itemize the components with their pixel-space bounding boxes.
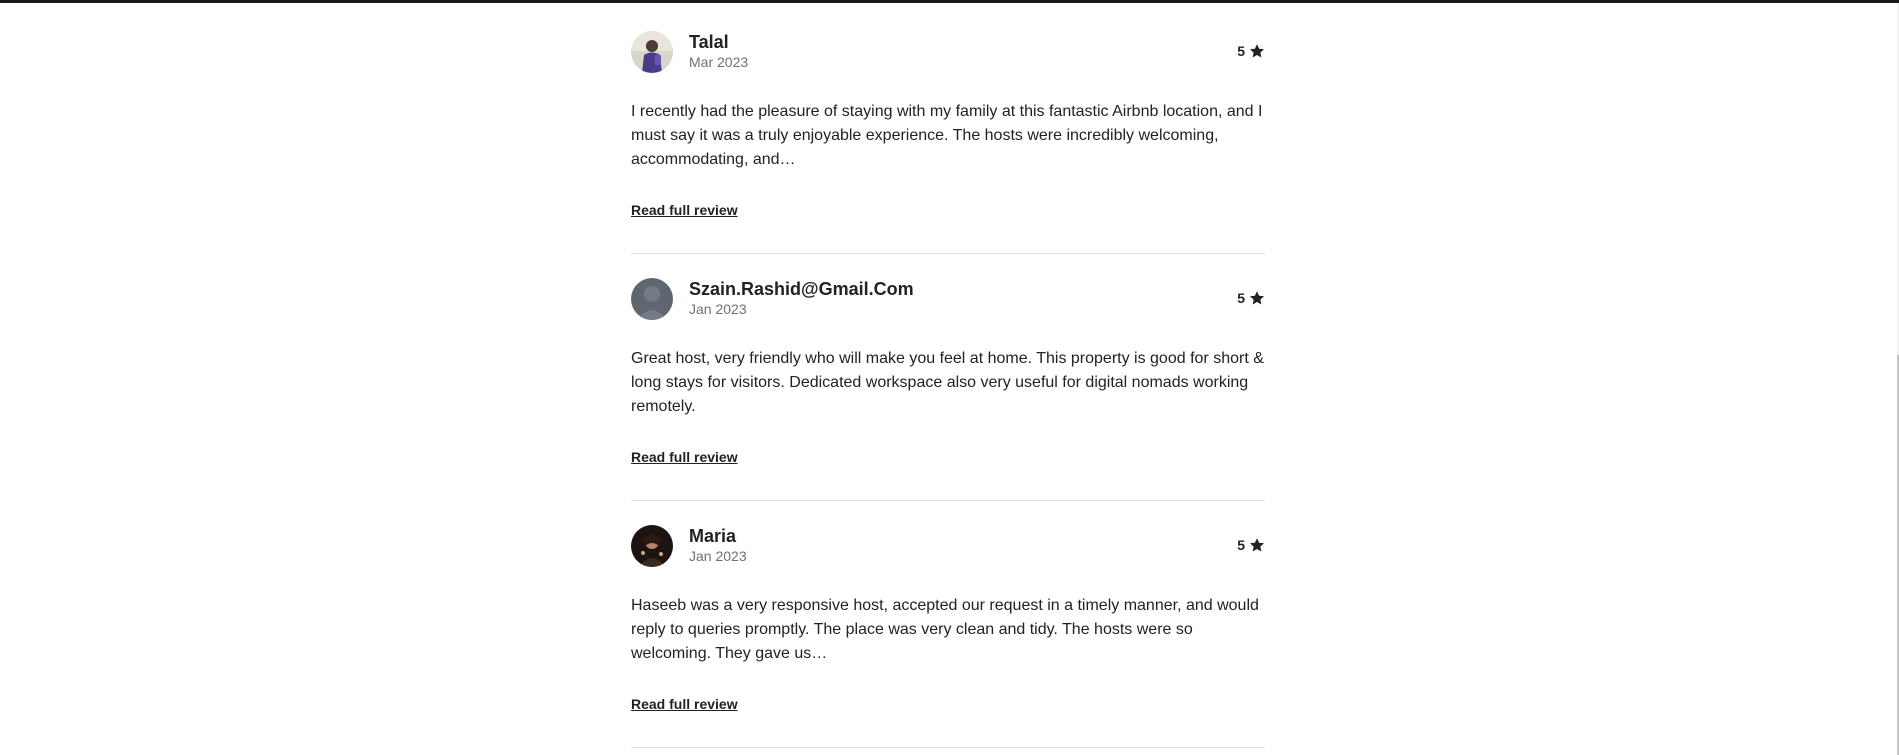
review-text: Great host, very friendly who will make …: [631, 350, 1264, 415]
avatar[interactable]: [631, 278, 673, 320]
divider: [631, 747, 1265, 748]
review-text: I recently had the pleasure of staying w…: [631, 103, 1263, 168]
reviews-list: Talal Mar 2023 5 I recently had the plea…: [631, 0, 1265, 748]
reviewer-name: Maria: [689, 526, 737, 546]
rating-value: 5: [1237, 290, 1245, 306]
rating: 5: [1237, 288, 1265, 308]
read-full-review-link[interactable]: Read full review: [631, 202, 738, 218]
review-date: Jan 2023: [689, 548, 747, 564]
review-card: Talal Mar 2023 5 I recently had the plea…: [631, 0, 1265, 254]
star-icon: [1250, 291, 1264, 305]
review-header: Talal Mar 2023 5: [631, 31, 1265, 75]
review-text: Haseeb was a very responsive host, accep…: [631, 597, 1259, 662]
review-card: Szain.Rashid@Gmail.Com Jan 2023 5 Great …: [631, 247, 1265, 501]
review-header: Maria Jan 2023 5: [631, 525, 1265, 569]
review-card: Maria Jan 2023 5 Haseeb was a very respo…: [631, 494, 1265, 748]
avatar[interactable]: [631, 525, 673, 567]
rating-value: 5: [1237, 537, 1245, 553]
reviewer-name: Talal: [689, 32, 729, 52]
rating: 5: [1237, 41, 1265, 61]
star-icon: [1250, 538, 1264, 552]
rating-value: 5: [1237, 43, 1245, 59]
read-full-review-link[interactable]: Read full review: [631, 696, 738, 712]
avatar[interactable]: [631, 31, 673, 73]
review-header: Szain.Rashid@Gmail.Com Jan 2023 5: [631, 278, 1265, 322]
rating: 5: [1237, 535, 1265, 555]
read-full-review-link[interactable]: Read full review: [631, 449, 738, 465]
review-date: Mar 2023: [689, 54, 749, 70]
star-icon: [1250, 44, 1264, 58]
review-date: Jan 2023: [689, 301, 747, 317]
reviewer-name: Szain.Rashid@Gmail.Com: [689, 279, 914, 299]
